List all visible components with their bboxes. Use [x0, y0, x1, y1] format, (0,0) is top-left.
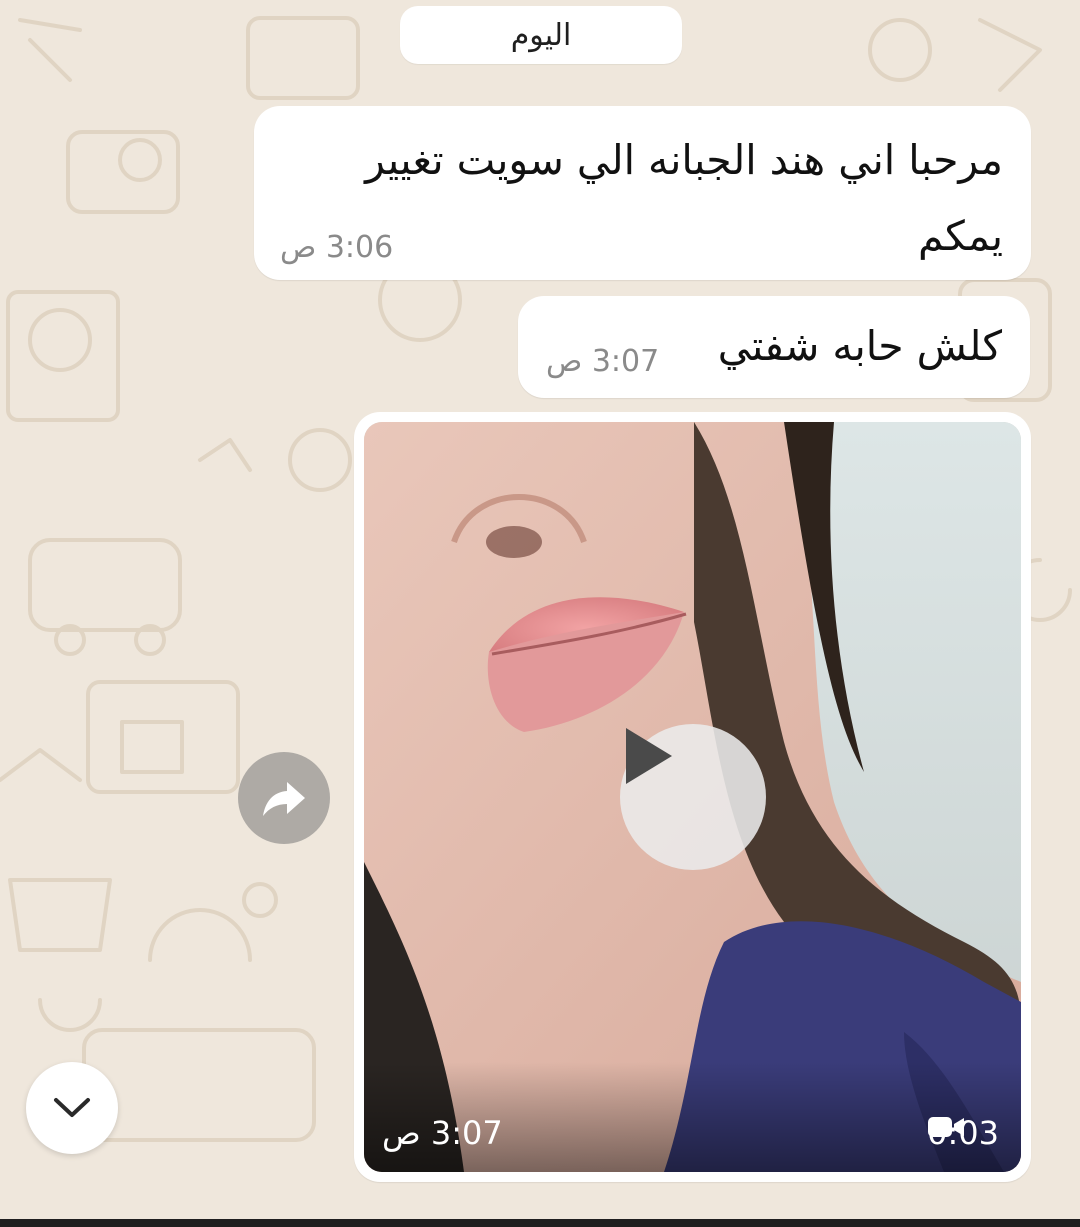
- forward-button[interactable]: [238, 752, 330, 844]
- chevron-down-icon: [54, 1098, 90, 1117]
- video-message-bubble[interactable]: 3:07 ص 0:03: [354, 412, 1031, 1182]
- play-icon: [626, 728, 672, 784]
- video-camera-icon: [928, 1117, 965, 1137]
- date-separator-chip: اليوم: [400, 6, 682, 64]
- date-separator-label: اليوم: [510, 17, 572, 53]
- bottom-edge-strip: [0, 1219, 1080, 1227]
- message-timestamp: 3:06 ص: [280, 230, 394, 265]
- message-bubble[interactable]: مرحبا اني هند الجبانه الي سويت تغيير يمك…: [254, 106, 1031, 280]
- forward-arrow-icon: [263, 782, 305, 816]
- scroll-to-bottom-button[interactable]: [26, 1062, 118, 1154]
- video-timestamp: 3:07 ص: [382, 1114, 503, 1152]
- video-duration-group: 0:03: [927, 1114, 999, 1152]
- video-thumbnail[interactable]: 3:07 ص 0:03: [364, 422, 1021, 1172]
- message-bubble[interactable]: كلش حابه شفتي 3:07 ص: [518, 296, 1030, 398]
- play-button[interactable]: [620, 724, 766, 870]
- message-text: كلش حابه شفتي: [717, 322, 1002, 370]
- message-timestamp: 3:07 ص: [546, 344, 660, 379]
